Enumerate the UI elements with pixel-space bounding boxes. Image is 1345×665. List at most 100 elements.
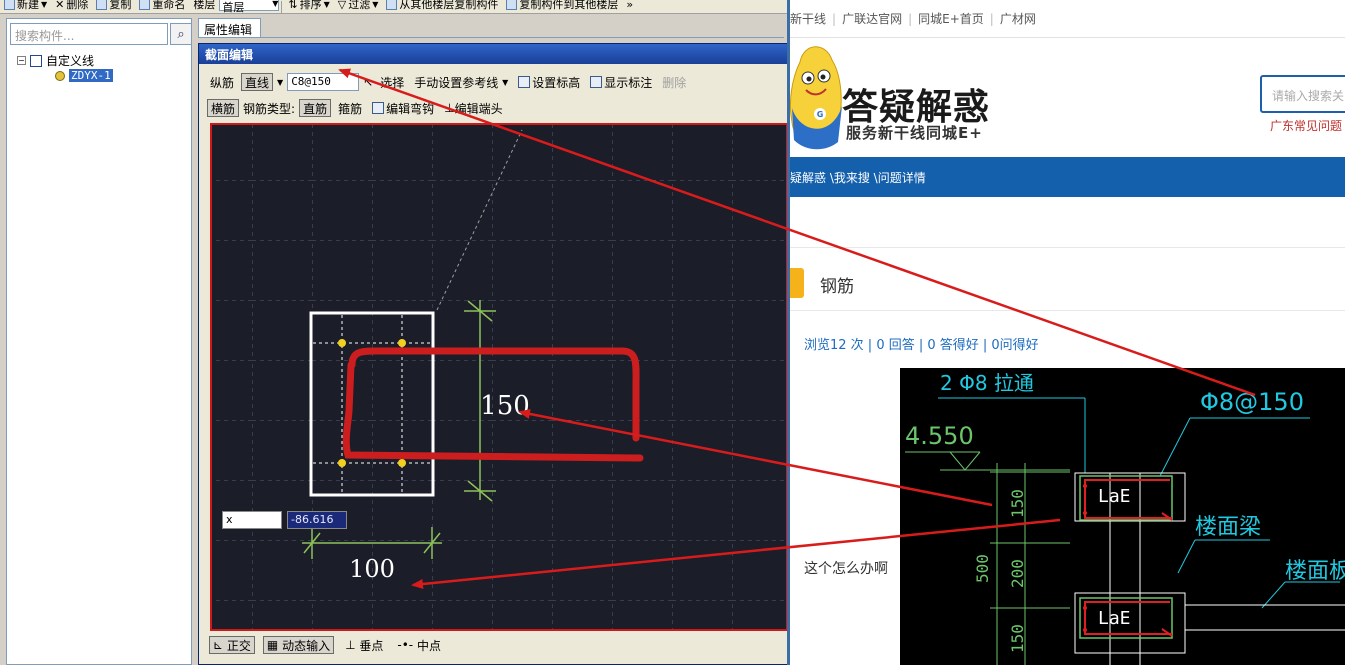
site-search-input[interactable]: 请输入搜索关	[1260, 75, 1345, 113]
main-toolbar: 新建 ▼ ✕ 删除 复制 重命名 楼层 首层 ▼ ⇅ 排序 ▼ ▽ 过滤 ▼ 从其他楼层复制…	[0, 0, 787, 14]
ortho-icon: ⊾	[213, 638, 224, 652]
dynamic-input-icon: ▦	[266, 638, 279, 652]
coordinate-x-input[interactable]: x	[222, 511, 282, 529]
svg-text:G: G	[817, 110, 824, 119]
delete-button[interactable]: ✕ 删除	[51, 0, 92, 11]
copy-to-floor-button[interactable]: 复制构件到其他楼层	[502, 0, 622, 11]
cad-label-spacing: Φ8@150	[1200, 388, 1304, 416]
rebar-point[interactable]	[338, 339, 346, 347]
question-mark-icon	[790, 268, 804, 298]
nav-link-tongcheng[interactable]: 同城E+首页	[912, 10, 990, 27]
toolbar-overflow-button[interactable]: »	[622, 0, 637, 11]
component-icon	[55, 70, 65, 81]
breadcrumb[interactable]: 疑解惑 \我来搜 \问题详情	[790, 171, 926, 185]
ortho-toggle[interactable]: ⊾ 正交	[209, 636, 255, 654]
reference-line-button[interactable]: 手动设置参考线 ▼	[411, 73, 511, 91]
cad-label-lae-bottom: LaE	[1098, 608, 1131, 629]
delete-rebar-button[interactable]: 删除	[659, 73, 689, 91]
section-drawing-canvas[interactable]: 150 100 x -86.616	[210, 123, 787, 631]
edit-end-button[interactable]: ⊥ 编辑端头	[441, 99, 505, 117]
dimension-icon	[590, 76, 603, 88]
height-dimension-label: 150	[480, 391, 530, 421]
coordinate-y-input[interactable]: -86.616	[287, 511, 347, 529]
rebar-type-label: 钢筋类型:	[243, 101, 296, 116]
breadcrumb-bar: 疑解惑 \我来搜 \问题详情	[790, 157, 1345, 197]
topic-title: 钢筋	[820, 277, 854, 297]
rebar-point[interactable]	[398, 339, 406, 347]
section-editor-window: 截面编辑 纵筋 直线 ▼ C8@150 ↖ 选择 手动设置参考线 ▼ 设置标高 …	[198, 43, 787, 665]
copy-button[interactable]: 复制	[92, 0, 135, 11]
floor-select[interactable]: 首层 ▼	[219, 0, 280, 13]
hot-topic-link[interactable]: 广东常见问题	[1270, 117, 1342, 134]
site-logo-subtitle: 服务新干线同城E+	[846, 124, 983, 142]
elevation-icon	[518, 76, 531, 88]
editor-status-bar: ⊾ 正交 ▦ 动态输入 ⊥ 垂点 -•- 中点	[209, 634, 444, 656]
component-search-input[interactable]: 搜索构件...	[10, 23, 168, 45]
rebar-point[interactable]	[398, 459, 406, 467]
straight-bar-button[interactable]: 直筋	[299, 99, 332, 117]
transverse-rebar-button[interactable]: 横筋	[207, 99, 240, 117]
rename-icon	[139, 0, 151, 10]
set-elevation-button[interactable]: 设置标高	[515, 73, 583, 91]
line-mode-button[interactable]: 直线	[241, 73, 274, 91]
rebar-point[interactable]	[338, 459, 346, 467]
select-button[interactable]: 选择	[377, 73, 407, 91]
cad-label-lae-top: LaE	[1098, 486, 1131, 507]
nav-link-xingxian[interactable]: 新干线	[790, 10, 832, 27]
copy-from-floor-button[interactable]: 从其他楼层复制构件	[382, 0, 502, 11]
floor-label: 楼层	[193, 0, 216, 11]
perpendicular-snap-toggle[interactable]: ⊥ 垂点	[342, 636, 386, 654]
mascot-logo: G	[790, 46, 842, 150]
cad-dim-150-bottom: 150	[1008, 624, 1027, 653]
cad-label-floor-beam: 楼面梁	[1195, 515, 1261, 540]
edit-hook-button[interactable]: 编辑弯钩	[369, 99, 437, 117]
filter-icon: ▽	[337, 0, 347, 11]
perpendicular-icon: ⊥	[345, 638, 356, 652]
cad-application-window: 新建 ▼ ✕ 删除 复制 重命名 楼层 首层 ▼ ⇅ 排序 ▼ ▽ 过滤 ▼ 从其他楼层复制…	[0, 0, 790, 665]
rebar-spec-input[interactable]: C8@150	[287, 73, 360, 91]
width-dimension-label: 100	[349, 555, 395, 583]
stirrup-button[interactable]: 箍筋	[335, 99, 365, 117]
pointer-icon: ↖	[363, 75, 374, 89]
longitudinal-rebar-button[interactable]: 纵筋	[207, 73, 237, 91]
cad-dim-150-top: 150	[1008, 489, 1027, 518]
tree-node-zdyx-1[interactable]: ZDYX-1	[55, 69, 113, 82]
show-dims-button[interactable]: 显示标注	[587, 73, 655, 91]
cad-label-elevation: 4.550	[905, 422, 974, 450]
component-tree-panel: 搜索构件... ⌕ − 自定义线 ZDYX-1	[6, 18, 192, 665]
search-icon[interactable]: ⌕	[170, 23, 192, 45]
dynamic-input-toggle[interactable]: ▦ 动态输入	[262, 636, 335, 654]
rename-button[interactable]: 重命名	[135, 0, 189, 11]
cad-dim-200: 200	[1008, 559, 1027, 588]
nav-link-guangcai[interactable]: 广材网	[994, 10, 1042, 27]
collapse-icon[interactable]: −	[17, 56, 26, 65]
copy-icon	[96, 0, 108, 10]
top-navigation: 新干线 | 广联达官网 | 同城E+首页 | 广材网	[790, 0, 1345, 38]
cad-dim-500: 500	[973, 554, 992, 583]
nav-link-glodon[interactable]: 广联达官网	[836, 10, 908, 27]
frame-icon	[30, 54, 42, 67]
end-icon: ⊥	[444, 101, 455, 115]
midpoint-icon: -•-	[397, 638, 414, 652]
line-mode-dropdown-icon[interactable]: ▼	[277, 78, 283, 87]
question-stats: 浏览12 次 | 0 回答 | 0 答得好 | 0问得好	[804, 338, 1039, 353]
copy-from-icon	[386, 0, 398, 10]
section-editor-title: 截面编辑	[199, 44, 787, 64]
question-text: 这个怎么办啊	[804, 561, 888, 577]
tab-attribute-edit[interactable]: 属性编辑	[198, 18, 261, 38]
delete-icon: ✕	[55, 0, 65, 11]
midpoint-snap-toggle[interactable]: -•- 中点	[394, 636, 444, 654]
sort-button[interactable]: ⇅ 排序 ▼	[284, 0, 333, 11]
editor-toolbar-row-1: 纵筋 直线 ▼ C8@150 ↖ 选择 手动设置参考线 ▼ 设置标高 显示标注 …	[207, 71, 689, 93]
tree-node-root[interactable]: − 自定义线	[17, 52, 94, 69]
filter-button[interactable]: ▽ 过滤 ▼	[334, 0, 383, 11]
editor-toolbar-row-2: 横筋 钢筋类型: 直筋 箍筋 编辑弯钩 ⊥ 编辑端头	[207, 97, 506, 119]
hook-icon	[372, 102, 385, 114]
sort-icon: ⇅	[288, 0, 298, 11]
copy-to-icon	[506, 0, 518, 10]
new-button[interactable]: 新建 ▼	[0, 0, 51, 11]
new-icon	[4, 0, 15, 10]
topic-header	[790, 247, 1345, 311]
reference-cad-drawing: 2 Φ8 拉通 Φ8@150 4.550 楼面梁 楼面板 150 200 150…	[900, 368, 1345, 665]
cad-label-top-bars: 2 Φ8 拉通	[940, 371, 1034, 395]
